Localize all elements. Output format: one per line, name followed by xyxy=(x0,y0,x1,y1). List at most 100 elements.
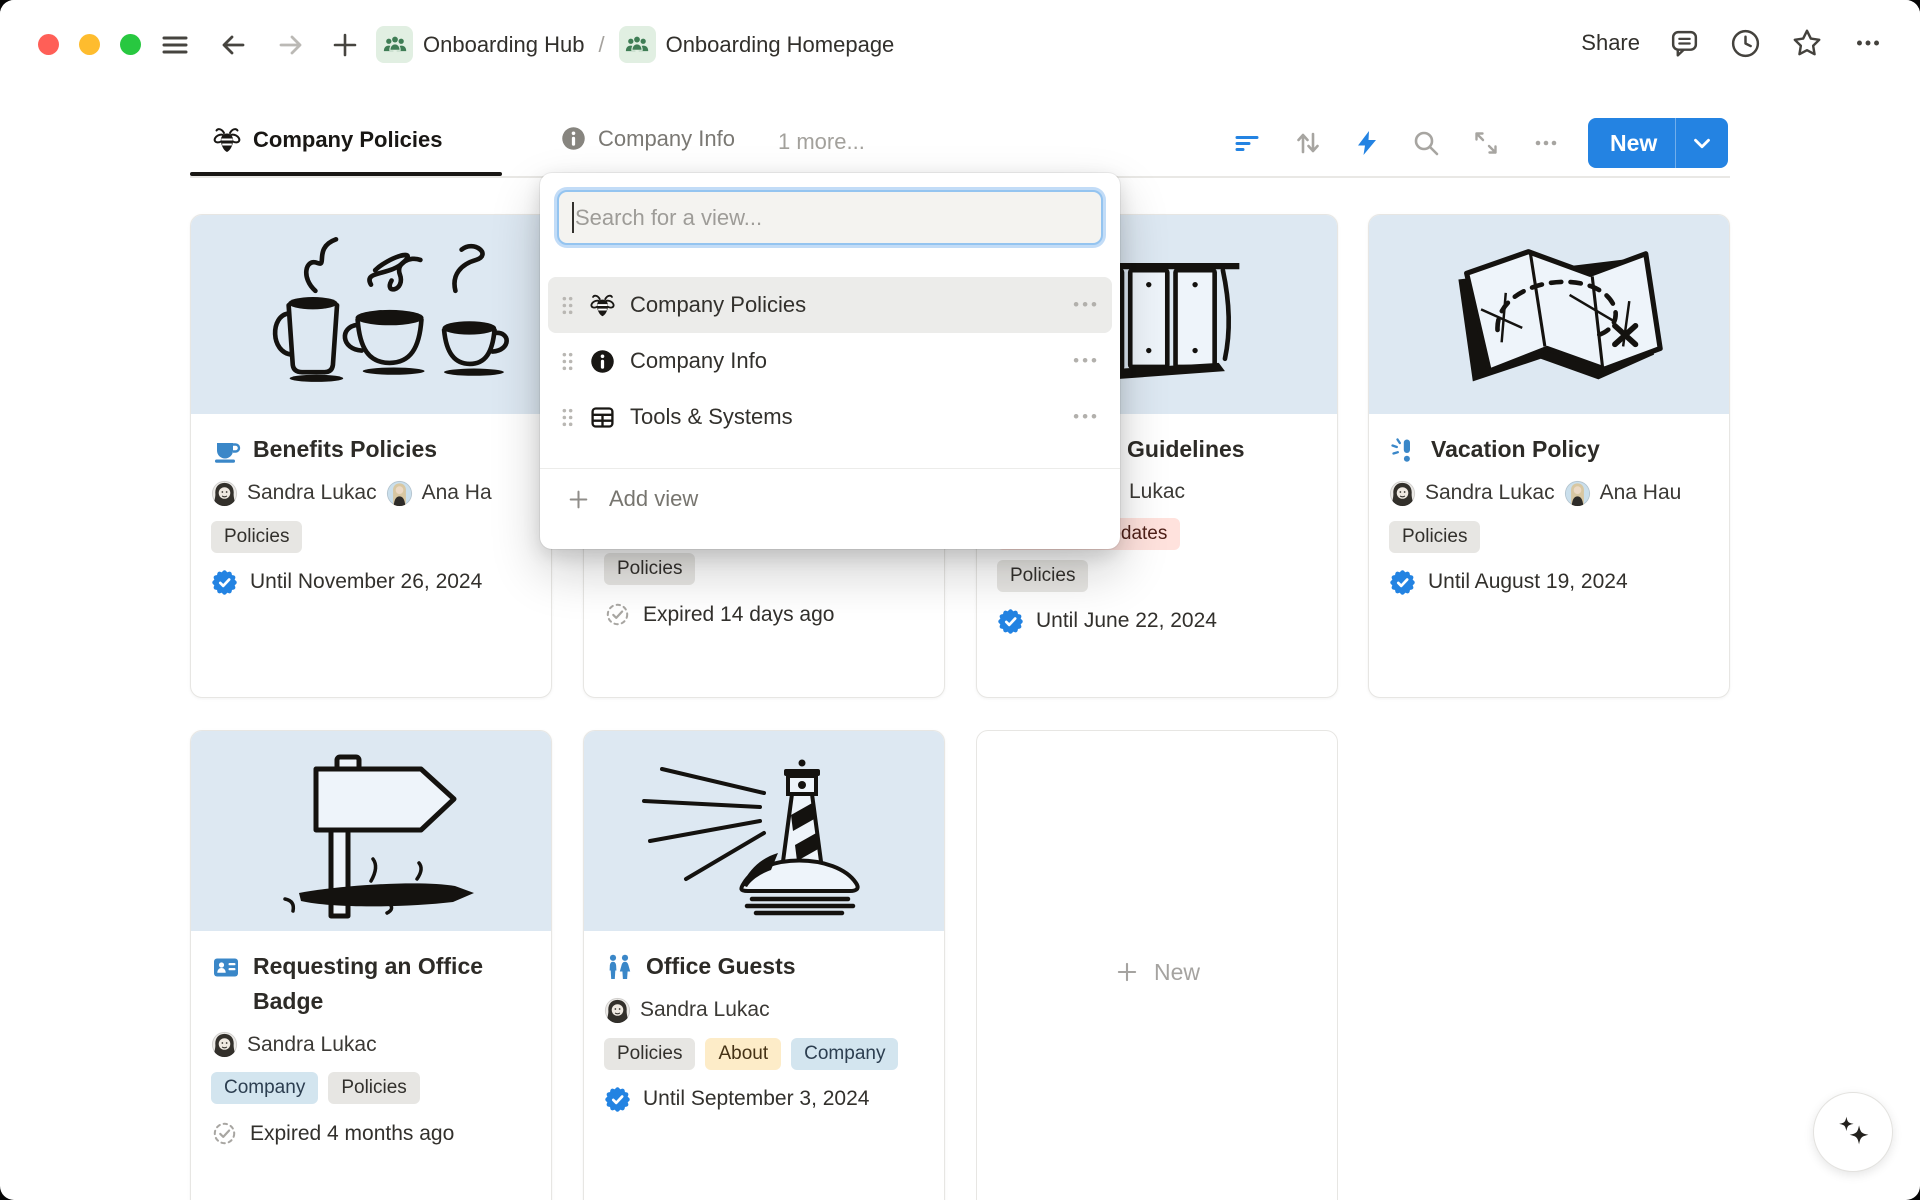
share-button[interactable]: Share xyxy=(1581,30,1640,56)
window-minimize-button[interactable] xyxy=(79,34,100,55)
plus-icon xyxy=(566,487,591,512)
view-menu-item-company-policies[interactable]: Company Policies ••• xyxy=(548,277,1112,333)
favorite-star-icon[interactable] xyxy=(1790,26,1824,60)
card-office-guests[interactable]: Office Guests Sandra Lukac Policies Abou… xyxy=(583,730,945,1200)
new-button[interactable]: New xyxy=(1588,118,1728,168)
new-page-icon[interactable] xyxy=(328,28,362,62)
person-name: Sandra Lukac xyxy=(247,1033,377,1057)
card-title-partial: Guidelines xyxy=(1127,432,1245,467)
verified-badge-icon xyxy=(604,1086,631,1113)
filter-icon[interactable] xyxy=(1232,128,1262,158)
new-card-button[interactable]: New xyxy=(976,730,1338,1200)
automations-lightning-icon[interactable] xyxy=(1352,128,1382,158)
view-search-field[interactable] xyxy=(557,190,1103,245)
add-view-button[interactable]: Add view xyxy=(540,469,1120,529)
tab-company-info[interactable]: Company Info xyxy=(560,125,735,152)
card-vacation-policy[interactable]: Vacation Policy Sandra Lukac Ana Hau Pol… xyxy=(1368,214,1730,698)
window-zoom-button[interactable] xyxy=(120,34,141,55)
avatar xyxy=(211,480,238,507)
view-switcher-menu: Company Policies ••• Company Info ••• To… xyxy=(540,173,1120,549)
coffee-cup-icon xyxy=(211,435,241,465)
view-options-icon[interactable]: ••• xyxy=(1073,351,1100,371)
sparkles-icon xyxy=(1831,1110,1875,1154)
more-options-icon[interactable] xyxy=(1852,27,1884,59)
info-icon xyxy=(589,348,616,375)
card-cover xyxy=(191,215,551,414)
back-icon[interactable] xyxy=(216,28,250,62)
verified-badge-icon xyxy=(211,569,238,596)
info-icon xyxy=(560,125,587,152)
plus-icon xyxy=(1114,959,1140,985)
table-icon xyxy=(589,404,616,431)
tag-policies: Policies xyxy=(1389,521,1480,553)
breadcrumb-item[interactable]: Onboarding Homepage xyxy=(666,32,895,58)
breadcrumb: Onboarding Hub / Onboarding Homepage xyxy=(376,26,894,63)
app-window: Onboarding Hub / Onboarding Homepage Sha… xyxy=(0,0,1920,1200)
window-close-button[interactable] xyxy=(38,34,59,55)
card-requesting-office-badge[interactable]: Requesting an Office Badge Sandra Lukac … xyxy=(190,730,552,1200)
comments-icon[interactable] xyxy=(1668,27,1701,60)
coffee-mugs-illustration xyxy=(216,227,526,402)
avatar xyxy=(1389,480,1416,507)
tab-company-policies[interactable]: Company Policies xyxy=(212,125,443,155)
workspace-people-icon[interactable] xyxy=(376,26,413,63)
view-options-icon[interactable] xyxy=(1531,128,1561,158)
bee-icon xyxy=(589,292,616,319)
status-text: Expired 4 months ago xyxy=(250,1122,454,1146)
drag-handle-icon[interactable] xyxy=(560,351,575,372)
new-button-label: New xyxy=(1588,130,1657,157)
card-people: Sandra Lukac xyxy=(604,997,924,1024)
screen: Onboarding Hub / Onboarding Homepage Sha… xyxy=(0,0,1920,1200)
history-clock-icon[interactable] xyxy=(1729,27,1762,60)
search-icon[interactable] xyxy=(1411,128,1441,158)
more-views-button[interactable]: 1 more... xyxy=(778,129,865,155)
person-name-partial: Lukac xyxy=(1129,480,1185,504)
card-people: Sandra Lukac Ana Hau xyxy=(1389,480,1709,507)
person-name: Ana Hau xyxy=(1600,481,1682,505)
status-text: Until August 19, 2024 xyxy=(1428,570,1628,594)
page-people-icon[interactable] xyxy=(619,26,656,63)
tab-label: Company Policies xyxy=(253,127,443,153)
tag-policies: Policies xyxy=(211,521,302,553)
forward-icon[interactable] xyxy=(274,28,308,62)
window-top-bar: Onboarding Hub / Onboarding Homepage Sha… xyxy=(0,0,1920,90)
ai-assistant-button[interactable] xyxy=(1813,1092,1893,1172)
view-menu-item-company-info[interactable]: Company Info ••• xyxy=(548,333,1112,389)
view-menu-item-label: Company Policies xyxy=(630,292,1059,318)
drag-handle-icon[interactable] xyxy=(560,407,575,428)
add-view-label: Add view xyxy=(609,486,698,512)
card-cover xyxy=(191,731,551,931)
card-benefits-policies[interactable]: Benefits Policies Sandra Lukac Ana Ha Po… xyxy=(190,214,552,698)
expired-check-icon xyxy=(211,1120,238,1147)
signpost-illustration xyxy=(216,741,526,921)
view-search-input[interactable] xyxy=(559,192,1101,243)
view-options-icon[interactable]: ••• xyxy=(1073,295,1100,315)
tag-policies: Policies xyxy=(997,560,1088,592)
avatar xyxy=(1564,480,1591,507)
expired-check-icon xyxy=(604,601,631,628)
person-name: Ana Ha xyxy=(422,481,492,505)
bee-icon xyxy=(212,125,242,155)
card-cover xyxy=(584,731,944,931)
avatar xyxy=(604,997,631,1024)
view-menu-item-label: Tools & Systems xyxy=(630,404,1059,430)
view-options-icon[interactable]: ••• xyxy=(1073,407,1100,427)
breadcrumb-item[interactable]: Onboarding Hub xyxy=(423,32,584,58)
drag-handle-icon[interactable] xyxy=(560,295,575,316)
view-menu-item-tools-systems[interactable]: Tools & Systems ••• xyxy=(548,389,1112,445)
sidebar-menu-icon[interactable] xyxy=(158,28,192,62)
new-dropdown-chevron-icon[interactable] xyxy=(1676,130,1728,156)
breadcrumb-separator: / xyxy=(598,32,604,58)
tab-label: Company Info xyxy=(598,126,735,152)
person-name: Sandra Lukac xyxy=(1425,481,1555,505)
tag-about: About xyxy=(705,1038,781,1070)
lighthouse-illustration xyxy=(609,741,919,921)
status-text: Until June 22, 2024 xyxy=(1036,609,1217,633)
office-guests-icon xyxy=(604,952,634,982)
new-card-label: New xyxy=(1154,959,1200,986)
expand-icon[interactable] xyxy=(1471,128,1501,158)
sort-icon[interactable] xyxy=(1293,128,1323,158)
person-name: Sandra Lukac xyxy=(247,481,377,505)
active-tab-underline xyxy=(190,172,502,176)
id-badge-icon xyxy=(211,952,241,982)
